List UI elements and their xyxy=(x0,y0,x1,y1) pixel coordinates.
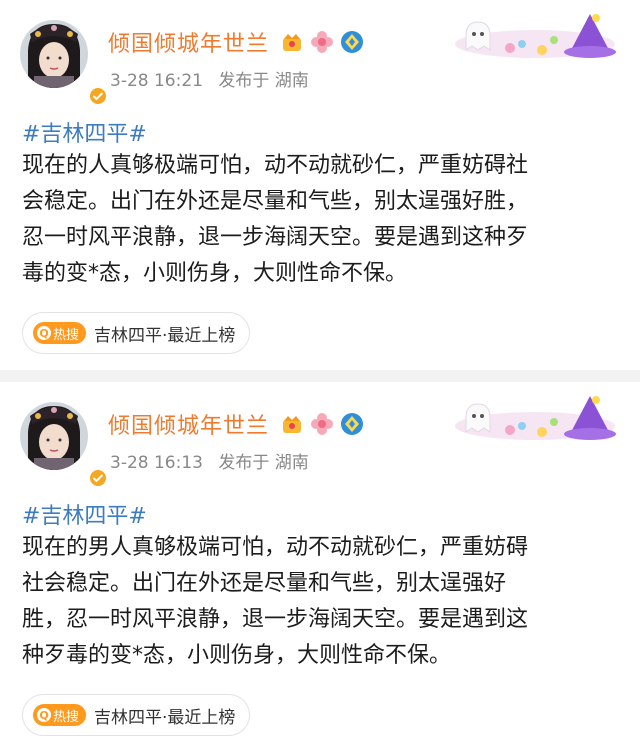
vip-diamond-icon[interactable] xyxy=(340,412,364,436)
avatar[interactable] xyxy=(20,402,108,488)
post-body: 现在的男人真够极端可怕，动不动就砂仁，严重妨碍 社会稳定。出门在外还是尽量和气些… xyxy=(22,530,622,674)
post-body-line: 会稳定。出门在外还是尽量和气些，别太逞强好胜， xyxy=(22,189,529,214)
post-body-line: 毒的变*态，小则伤身，大则性命不保。 xyxy=(22,261,408,286)
hashtag-link[interactable]: #吉林四平# xyxy=(22,116,147,148)
post-location: 发布于 湖南 xyxy=(218,453,309,473)
user-badges xyxy=(280,30,364,54)
username[interactable]: 倾国倾城年世兰 xyxy=(108,408,269,440)
post-location: 发布于 湖南 xyxy=(218,71,309,91)
halloween-decoration xyxy=(455,14,616,58)
search-icon: Q xyxy=(37,326,51,340)
flower-badge-icon[interactable] xyxy=(310,30,334,54)
search-icon: Q xyxy=(37,708,51,722)
hot-search-label: 吉林四平·最近上榜 xyxy=(94,325,236,346)
post-body: 现在的人真够极端可怕，动不动就砂仁，严重妨碍社 会稳定。出门在外还是尽量和气些，… xyxy=(22,148,622,292)
halloween-decoration xyxy=(455,396,616,440)
verified-badge-icon xyxy=(88,468,108,488)
vip-diamond-icon[interactable] xyxy=(340,30,364,54)
weibo-post-1: 倾国倾城年世兰 3-28 16:21 发布于 湖南 #吉林四平# 现在的人真够极… xyxy=(0,0,640,370)
hot-search-badge: Q 热搜 xyxy=(33,322,87,344)
post-body-line: 胜，忍一时风平浪静，退一步海阔天空。要是遇到这 xyxy=(22,607,529,632)
user-badges xyxy=(280,412,364,436)
username[interactable]: 倾国倾城年世兰 xyxy=(108,26,269,58)
crown-badge-icon[interactable] xyxy=(280,30,304,54)
post-time: 3-28 16:21 xyxy=(110,71,203,91)
hot-search-badge: Q 热搜 xyxy=(33,704,87,726)
hot-search-label: 吉林四平·最近上榜 xyxy=(94,707,236,728)
post-body-line: 忍一时风平浪静，退一步海阔天空。要是遇到这种歹 xyxy=(22,225,529,250)
flower-badge-icon[interactable] xyxy=(310,412,334,436)
post-meta: 3-28 16:13 发布于 湖南 xyxy=(110,448,319,473)
weibo-post-2: 倾国倾城年世兰 3-28 16:13 发布于 湖南 #吉林四平# 现在的男人真够… xyxy=(0,382,640,749)
hot-search-tag[interactable]: Q 热搜 吉林四平·最近上榜 xyxy=(22,312,251,354)
post-body-line: 社会稳定。出门在外还是尽量和气些，别太逞强好 xyxy=(22,571,507,596)
post-meta: 3-28 16:21 发布于 湖南 xyxy=(110,66,319,91)
post-body-line: 现在的男人真够极端可怕，动不动就砂仁，严重妨碍 xyxy=(22,535,529,560)
avatar[interactable] xyxy=(20,20,108,106)
hashtag-link[interactable]: #吉林四平# xyxy=(22,498,147,530)
hot-search-tag[interactable]: Q 热搜 吉林四平·最近上榜 xyxy=(22,694,251,736)
crown-badge-icon[interactable] xyxy=(280,412,304,436)
post-body-line: 现在的人真够极端可怕，动不动就砂仁，严重妨碍社 xyxy=(22,153,529,178)
post-body-line: 种歹毒的变*态，小则伤身，大则性命不保。 xyxy=(22,643,452,668)
hot-badge-label: 热搜 xyxy=(53,709,80,725)
post-time: 3-28 16:13 xyxy=(110,453,203,473)
verified-badge-icon xyxy=(88,86,108,106)
hot-badge-label: 热搜 xyxy=(53,327,80,343)
